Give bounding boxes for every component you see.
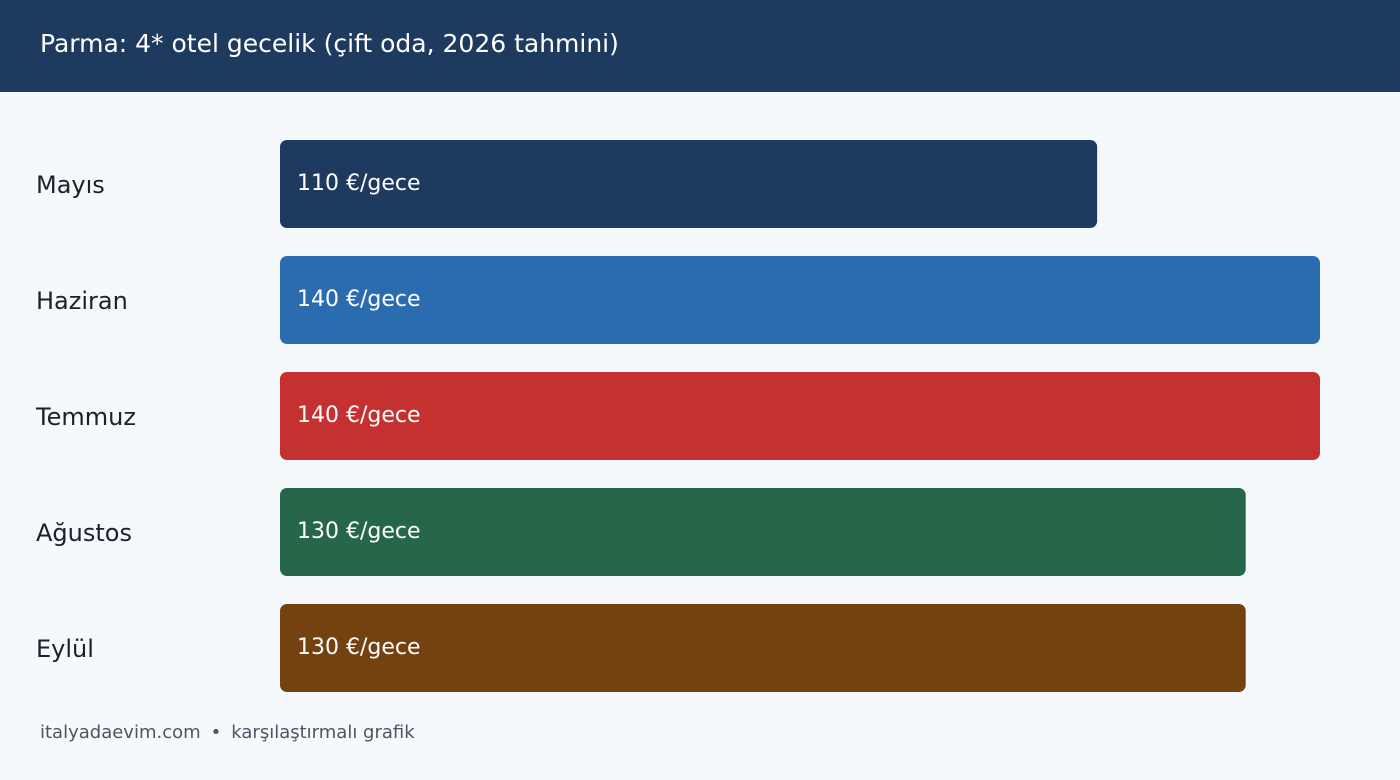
- category-label: Haziran: [36, 287, 128, 315]
- bar: [280, 488, 1246, 576]
- chart-footer: italyadaevim.com • karşılaştırmalı grafik: [40, 722, 415, 743]
- category-label: Eylül: [36, 635, 94, 663]
- category-label: Ağustos: [36, 519, 132, 547]
- category-label: Mayıs: [36, 171, 105, 199]
- bar-value-label: 140 €/gece: [297, 287, 421, 312]
- footer-site: italyadaevim.com: [40, 722, 201, 743]
- bar-value-label: 130 €/gece: [297, 519, 421, 544]
- footer-caption: karşılaştırmalı grafik: [231, 722, 415, 743]
- footer-separator: •: [210, 722, 222, 743]
- category-label: Temmuz: [35, 403, 136, 431]
- bar-value-label: 140 €/gece: [297, 403, 421, 428]
- bar: [280, 372, 1320, 460]
- bar: [280, 256, 1320, 344]
- bar-value-label: 110 €/gece: [297, 171, 421, 196]
- bar-value-label: 130 €/gece: [297, 635, 421, 660]
- bar-chart: Mayıs 110 €/gece Haziran 140 €/gece Temmuz 14…: [35, 140, 1320, 692]
- bar: [280, 604, 1246, 692]
